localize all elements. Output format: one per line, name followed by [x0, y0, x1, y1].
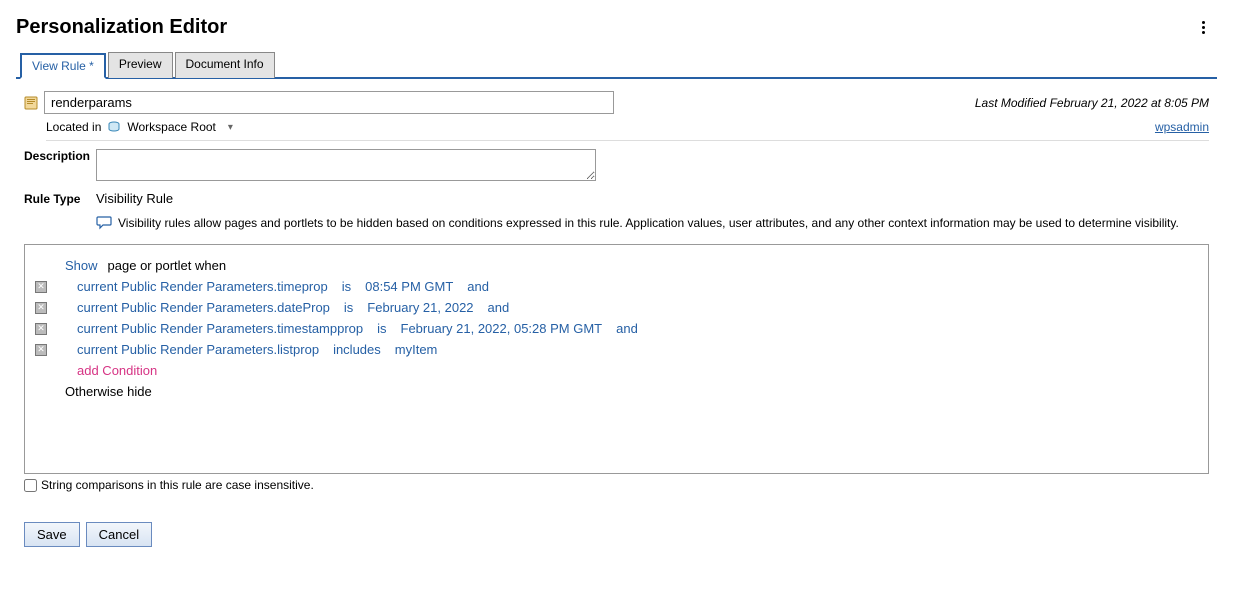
condition-operator[interactable]: includes [333, 342, 381, 357]
condition-attribute[interactable]: current Public Render Parameters.timesta… [77, 321, 363, 336]
case-insensitive-checkbox[interactable] [24, 479, 37, 492]
description-label: Description [24, 149, 96, 163]
rule-type-label: Rule Type [24, 192, 96, 206]
delete-condition-icon[interactable] [35, 302, 47, 314]
condition-value[interactable]: February 21, 2022 [367, 300, 473, 315]
cancel-button[interactable]: Cancel [86, 522, 152, 547]
condition-operator[interactable]: is [344, 300, 353, 315]
tab-bar: View Rule * Preview Document Info [16, 51, 1217, 79]
workspace-root-link[interactable]: Workspace Root [127, 120, 215, 134]
located-in-label: Located in [46, 120, 101, 134]
condition-attribute[interactable]: current Public Render Parameters.listpro… [77, 342, 319, 357]
tab-view-rule[interactable]: View Rule * [20, 53, 106, 79]
otherwise-text: Otherwise hide [65, 384, 152, 399]
kebab-menu-icon[interactable] [1202, 21, 1217, 34]
delete-condition-icon[interactable] [35, 323, 47, 335]
condition-value[interactable]: February 21, 2022, 05:28 PM GMT [401, 321, 603, 336]
condition-value[interactable]: myItem [395, 342, 438, 357]
when-text: page or portlet when [108, 258, 227, 273]
condition-attribute[interactable]: current Public Render Parameters.datePro… [77, 300, 330, 315]
delete-condition-icon[interactable] [35, 281, 47, 293]
page-title: Personalization Editor [16, 16, 227, 39]
speech-bubble-icon [96, 216, 112, 230]
tab-preview[interactable]: Preview [108, 52, 173, 78]
condition-operator[interactable]: is [377, 321, 386, 336]
document-icon [24, 96, 38, 110]
condition-join[interactable]: and [467, 279, 489, 294]
add-condition-link[interactable]: add Condition [77, 363, 157, 378]
user-link[interactable]: wpsadmin [1155, 120, 1209, 134]
show-action[interactable]: Show [65, 258, 98, 273]
condition-join[interactable]: and [488, 300, 510, 315]
condition-value[interactable]: 08:54 PM GMT [365, 279, 453, 294]
chevron-down-icon[interactable]: ▾ [228, 122, 233, 133]
description-textarea[interactable] [96, 149, 596, 181]
save-button[interactable]: Save [24, 522, 80, 547]
condition-operator[interactable]: is [342, 279, 351, 294]
rule-editor-box: Show page or portlet when current Public… [24, 244, 1209, 474]
workspace-icon [107, 120, 121, 134]
last-modified-text: Last Modified February 21, 2022 at 8:05 … [975, 96, 1209, 110]
case-insensitive-label: String comparisons in this rule are case… [41, 478, 314, 492]
rule-name-input[interactable] [44, 91, 614, 114]
rule-type-value: Visibility Rule [96, 191, 173, 206]
delete-condition-icon[interactable] [35, 344, 47, 356]
help-text: Visibility rules allow pages and portlet… [118, 216, 1179, 230]
tab-document-info[interactable]: Document Info [175, 52, 275, 78]
condition-attribute[interactable]: current Public Render Parameters.timepro… [77, 279, 328, 294]
condition-join[interactable]: and [616, 321, 638, 336]
